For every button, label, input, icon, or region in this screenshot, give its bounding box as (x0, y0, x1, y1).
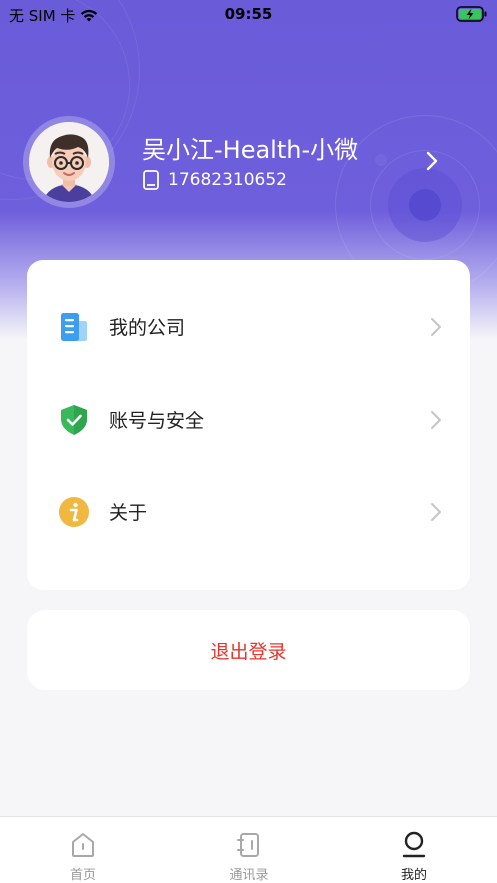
tab-contacts[interactable]: 通讯录 (166, 817, 332, 883)
menu-item-account-security[interactable]: 账号与安全 (27, 390, 470, 450)
battery-charging-icon (456, 6, 488, 26)
logout-button[interactable]: 退出登录 (27, 610, 470, 690)
company-icon (58, 311, 90, 343)
tab-label: 首页 (69, 868, 96, 883)
menu-item-label: 账号与安全 (109, 410, 205, 432)
logout-label: 退出登录 (210, 640, 287, 663)
clock: 09:55 (224, 5, 273, 23)
menu-item-label: 关于 (109, 502, 148, 524)
avatar[interactable] (23, 116, 115, 208)
decorative-dot (375, 154, 387, 166)
bottom-tab-bar: 首页 通讯录 我的 (0, 816, 497, 883)
menu-item-my-company[interactable]: 我的公司 (27, 297, 470, 357)
home-icon (70, 831, 96, 859)
avatar-illustration (29, 122, 109, 202)
tab-label: 通讯录 (229, 868, 269, 883)
menu-item-label: 我的公司 (109, 317, 186, 339)
user-name[interactable]: 吴小江-Health-小微 (142, 130, 358, 165)
info-icon (58, 496, 90, 528)
user-phone: 17682310652 (168, 170, 287, 190)
profile-icon (401, 831, 427, 859)
chevron-right-icon (430, 410, 442, 434)
phone-icon (143, 170, 159, 190)
contacts-icon (236, 831, 262, 859)
shield-check-icon (58, 404, 90, 436)
tab-mine[interactable]: 我的 (331, 817, 497, 883)
tab-label: 我的 (400, 868, 427, 883)
decorative-dot (409, 189, 441, 221)
chevron-right-icon (430, 317, 442, 341)
status-bar: 无 SIM 卡 09:55 (0, 0, 497, 28)
chevron-right-icon (430, 502, 442, 526)
chevron-right-icon[interactable] (424, 150, 440, 176)
tab-home[interactable]: 首页 (0, 817, 166, 883)
user-phone-row: 17682310652 (142, 170, 287, 190)
menu-item-about[interactable]: 关于 (27, 482, 470, 542)
settings-menu-card: 我的公司 账号与安全 关于 (27, 260, 470, 590)
